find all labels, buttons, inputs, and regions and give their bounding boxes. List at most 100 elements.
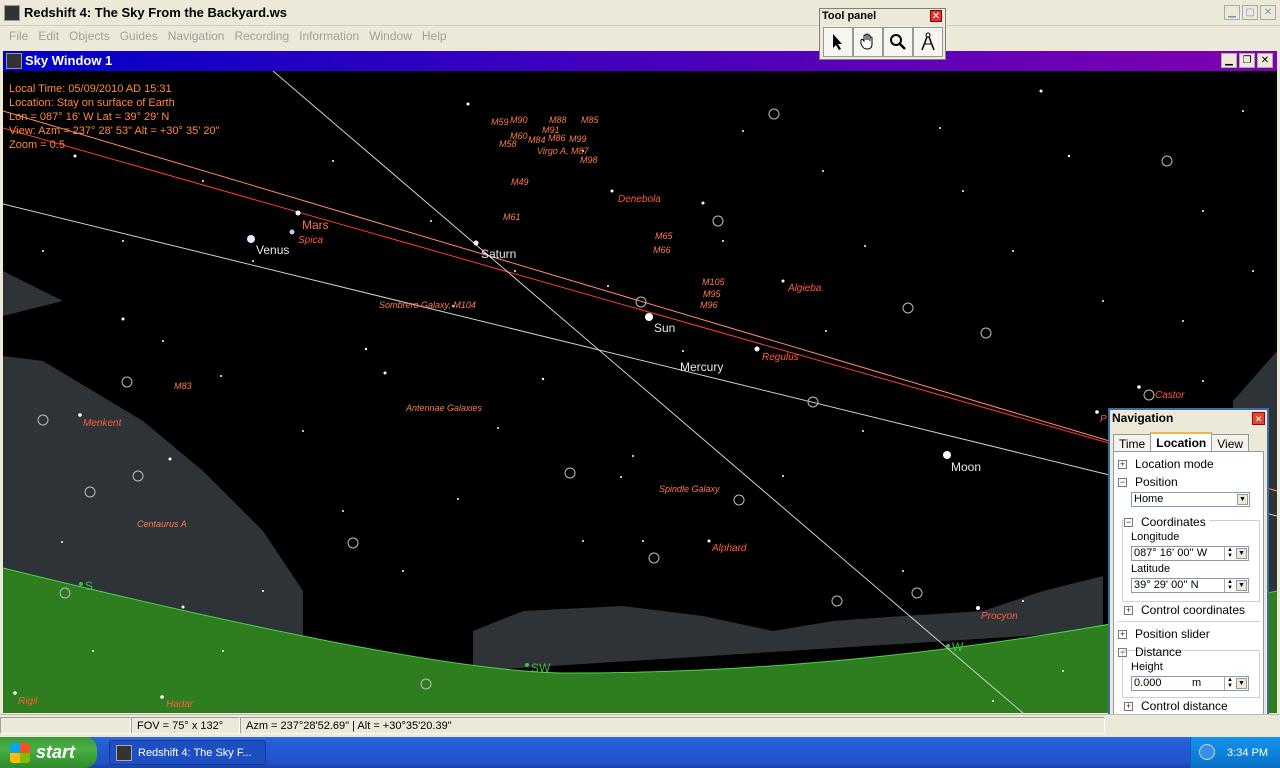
label-moon[interactable]: Moon xyxy=(951,460,981,474)
label-m96[interactable]: M96 xyxy=(700,300,718,310)
label-m86[interactable]: M86 xyxy=(548,133,566,143)
label-sombrero-galaxy[interactable]: Sombrero Galaxy, M104 xyxy=(379,300,476,310)
menu-objects[interactable]: Objects xyxy=(64,26,115,46)
label-rigil[interactable]: Rigil xyxy=(18,696,37,707)
chevron-down-icon[interactable]: ▼ xyxy=(1236,580,1247,591)
label-venus[interactable]: Venus xyxy=(256,243,289,257)
start-button[interactable]: start xyxy=(0,737,97,768)
minimize-icon[interactable]: ▁ xyxy=(1224,5,1240,20)
equator-line xyxy=(3,110,1277,492)
menu-information[interactable]: Information xyxy=(294,26,364,46)
maximize-icon[interactable]: ▢ xyxy=(1242,5,1258,20)
collapse-icon[interactable]: − xyxy=(1118,647,1127,657)
label-castor[interactable]: Castor xyxy=(1155,390,1184,401)
position-row[interactable]: − Position xyxy=(1118,475,1178,489)
tool-panel-close-icon[interactable]: ✕ xyxy=(930,10,942,22)
measure-tool-button[interactable] xyxy=(913,27,943,57)
label-m105[interactable]: M105 xyxy=(702,277,725,287)
chevron-down-icon[interactable]: ▼ xyxy=(1237,494,1248,505)
navigation-close-icon[interactable]: ✕ xyxy=(1252,412,1265,425)
collapse-icon[interactable]: − xyxy=(1118,477,1127,487)
chevron-down-icon[interactable]: ▼ xyxy=(1236,678,1247,689)
label-m90[interactable]: M90 xyxy=(510,115,528,125)
latitude-input[interactable]: 39° 29' 00'' N ▲ ▼ ▼ xyxy=(1131,578,1249,593)
menu-window[interactable]: Window xyxy=(364,26,417,46)
venus-marker[interactable] xyxy=(247,235,255,243)
sky-view[interactable]: Local Time: 05/09/2010 AD 15:31 Location… xyxy=(3,71,1277,713)
tray-clock[interactable]: 3:34 PM xyxy=(1227,747,1268,759)
label-m84[interactable]: M84 xyxy=(528,135,546,145)
expand-icon[interactable]: + xyxy=(1124,701,1133,711)
label-sun[interactable]: Sun xyxy=(654,321,675,335)
menu-navigation[interactable]: Navigation xyxy=(163,26,230,46)
height-unit: m xyxy=(1192,677,1202,689)
label-m88[interactable]: M88 xyxy=(549,115,567,125)
menu-edit[interactable]: Edit xyxy=(33,26,64,46)
distance-row[interactable]: − Distance xyxy=(1118,645,1182,659)
longitude-input[interactable]: 087° 16' 00'' W ▲ ▼ ▼ xyxy=(1131,546,1249,561)
label-mercury[interactable]: Mercury xyxy=(680,360,723,374)
label-m49[interactable]: M49 xyxy=(511,177,529,187)
spinner-icon[interactable]: ▲ ▼ xyxy=(1224,547,1235,560)
menu-guides[interactable]: Guides xyxy=(115,26,163,46)
control-coordinates-row[interactable]: + Control coordinates xyxy=(1124,603,1245,617)
label-pollux[interactable]: P xyxy=(1100,414,1107,425)
sky-close-icon[interactable]: ✕ xyxy=(1257,53,1273,68)
hand-tool-button[interactable] xyxy=(853,27,883,57)
label-regulus[interactable]: Regulus xyxy=(762,352,799,363)
control-distance-row[interactable]: + Control distance xyxy=(1124,699,1228,713)
label-mars[interactable]: Mars xyxy=(302,218,329,232)
spinner-icon[interactable]: ▲ ▼ xyxy=(1224,579,1235,592)
menu-recording[interactable]: Recording xyxy=(229,26,294,46)
label-centaurus-a[interactable]: Centaurus A xyxy=(137,519,187,529)
label-hadar[interactable]: Hadar xyxy=(166,699,193,710)
zoom-tool-button[interactable] xyxy=(883,27,913,57)
label-m59[interactable]: M59 xyxy=(491,117,509,127)
label-spindle-galaxy[interactable]: Spindle Galaxy xyxy=(659,484,720,494)
location-mode-row[interactable]: + Location mode xyxy=(1118,457,1214,471)
label-m98[interactable]: M98 xyxy=(580,155,598,165)
close-icon[interactable]: ✕ xyxy=(1260,5,1276,20)
label-spica[interactable]: Spica xyxy=(298,235,323,246)
label-m61[interactable]: M61 xyxy=(503,212,521,222)
label-m95[interactable]: M95 xyxy=(703,289,721,299)
taskbar-item-redshift[interactable]: Redshift 4: The Sky F... xyxy=(109,740,266,765)
label-alphard[interactable]: Alphard xyxy=(712,543,746,554)
position-select[interactable]: Home ▼ xyxy=(1131,492,1250,507)
tray-network-icon[interactable] xyxy=(1199,744,1215,760)
label-m99[interactable]: M99 xyxy=(569,134,587,144)
sky-window-icon xyxy=(6,53,22,69)
expand-icon[interactable]: + xyxy=(1118,629,1127,639)
info-zoom: Zoom = 0.5 xyxy=(9,139,65,151)
label-m83[interactable]: M83 xyxy=(174,381,192,391)
label-algieba[interactable]: Algieba xyxy=(788,283,821,294)
menu-help[interactable]: Help xyxy=(417,26,452,46)
label-m65[interactable]: M65 xyxy=(655,231,673,241)
expand-icon[interactable]: + xyxy=(1118,459,1127,469)
menu-file[interactable]: File xyxy=(4,26,33,46)
sun-marker[interactable] xyxy=(645,313,653,321)
label-m85[interactable]: M85 xyxy=(581,115,599,125)
expand-icon[interactable]: + xyxy=(1124,605,1133,615)
label-saturn[interactable]: Saturn xyxy=(481,247,516,261)
sky-restore-icon[interactable]: ❐ xyxy=(1239,53,1255,68)
position-slider-row[interactable]: + Position slider xyxy=(1118,627,1210,641)
collapse-icon[interactable]: − xyxy=(1124,517,1133,527)
label-m58[interactable]: M58 xyxy=(499,139,517,149)
sky-minimize-icon[interactable]: ▁ xyxy=(1221,53,1237,68)
label-m66[interactable]: M66 xyxy=(653,245,671,255)
label-procyon[interactable]: Procyon xyxy=(981,611,1018,622)
label-menkent[interactable]: Menkent xyxy=(83,418,121,429)
coordinates-row[interactable]: − Coordinates xyxy=(1124,515,1209,529)
label-antennae-galaxies[interactable]: Antennae Galaxies xyxy=(406,403,482,413)
compass-w-marker xyxy=(946,644,950,648)
tab-location[interactable]: Location xyxy=(1150,432,1213,453)
chevron-down-icon[interactable]: ▼ xyxy=(1236,548,1247,559)
compass-s-marker xyxy=(79,582,83,586)
latitude-value: 39° 29' 00'' N xyxy=(1134,579,1199,591)
label-denebola[interactable]: Denebola xyxy=(618,194,661,205)
moon-marker[interactable] xyxy=(943,451,951,459)
height-input[interactable]: 0.000 m ▲ ▼ ▼ xyxy=(1131,676,1249,691)
pointer-tool-button[interactable] xyxy=(823,27,853,57)
spinner-icon[interactable]: ▲ ▼ xyxy=(1224,677,1235,690)
